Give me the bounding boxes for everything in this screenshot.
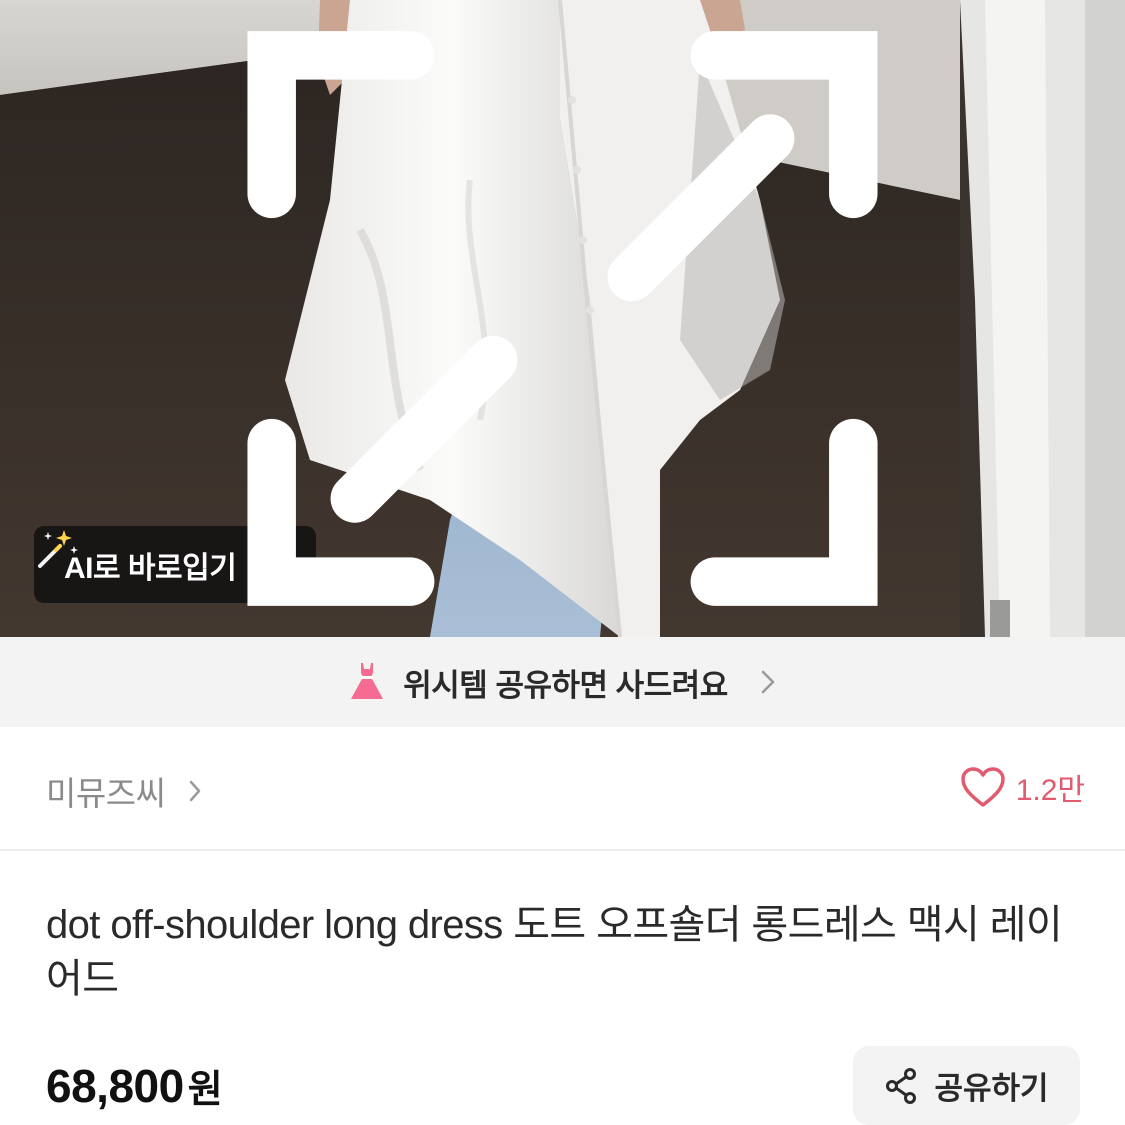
price-value: 68,800 — [46, 1060, 184, 1112]
promo-text: 위시템 공유하면 사드려요 — [403, 667, 728, 703]
product-price: 68,800 원 — [46, 1058, 223, 1113]
like-count: 1.2만 — [1015, 774, 1085, 807]
like-button[interactable]: 1.2만 — [960, 765, 1085, 809]
product-image[interactable]: AI로 바로입기 — [0, 0, 1125, 637]
wishlist-share-promo-banner[interactable]: 위시템 공유하면 사드려요 — [0, 637, 1125, 727]
heart-icon — [960, 767, 1005, 807]
price-currency: 원 — [187, 1069, 223, 1111]
pink-dress-icon — [351, 663, 384, 699]
shop-name: 미뮤즈씨 — [46, 775, 166, 812]
shop-info-row: 미뮤즈씨 1.2만 — [0, 727, 1125, 851]
expand-icon[interactable] — [0, 0, 1125, 637]
chevron-right-icon — [190, 780, 201, 802]
share-icon — [886, 1067, 917, 1104]
divider — [0, 849, 1125, 851]
product-title: dot off-shoulder long dress 도트 오프숄더 롱드레스… — [46, 903, 1063, 1001]
share-button[interactable]: 공유하기 — [853, 1046, 1080, 1125]
share-label: 공유하기 — [934, 1071, 1049, 1106]
shop-link[interactable]: 미뮤즈씨 — [46, 767, 203, 815]
chevron-right-icon — [761, 670, 774, 694]
